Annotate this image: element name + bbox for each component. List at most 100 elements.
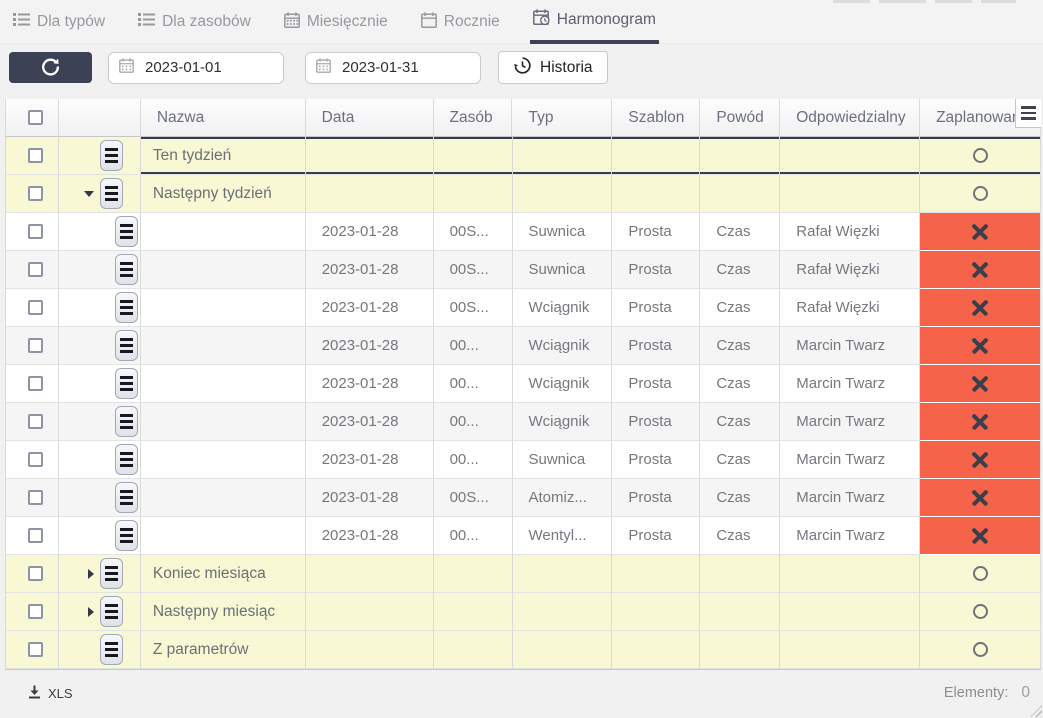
group-row[interactable]: Następny tydzień — [6, 175, 1041, 213]
header-typ[interactable]: Typ — [512, 99, 612, 137]
not-planned-circle-icon — [973, 148, 988, 163]
cell-zasob: 00S... — [434, 289, 513, 327]
group-row[interactable]: Następny miesiąc — [6, 593, 1041, 631]
cell-odpowiedzialny: Rafał Więzki — [780, 289, 920, 327]
refresh-button[interactable] — [9, 52, 92, 83]
row-checkbox[interactable] — [28, 528, 43, 543]
row-menu-button[interactable] — [115, 330, 138, 361]
row-checkbox[interactable] — [28, 262, 43, 277]
row-menu-button[interactable] — [100, 596, 123, 627]
tab-dla-zasobow[interactable]: Dla zasobów — [135, 0, 254, 44]
stub-button[interactable] — [981, 0, 1016, 3]
hamburger-icon — [120, 528, 133, 532]
stub-button[interactable] — [879, 0, 926, 3]
row-checkbox[interactable] — [28, 490, 43, 505]
row-tree-cell — [59, 479, 141, 517]
row-menu-button[interactable] — [115, 482, 138, 513]
stub-button[interactable] — [935, 0, 972, 3]
row-menu-button[interactable] — [100, 634, 123, 665]
date-from-field[interactable] — [108, 52, 284, 84]
collapse-group-icon[interactable] — [84, 191, 94, 197]
export-xls-label: XLS — [48, 686, 73, 701]
row-checkbox[interactable] — [28, 414, 43, 429]
row-checkbox[interactable] — [28, 338, 43, 353]
cell-data: 2023-01-28 — [306, 327, 434, 365]
expand-group-icon[interactable] — [88, 569, 94, 579]
calendar-icon — [119, 58, 134, 78]
group-row[interactable]: Ten tydzień — [6, 137, 1041, 175]
row-menu-button[interactable] — [115, 444, 138, 475]
row-menu-button[interactable] — [100, 558, 123, 589]
tab-rocznie[interactable]: Rocznie — [418, 0, 503, 44]
data-row[interactable]: 2023-01-2800...WciągnikProstaCzasMarcin … — [6, 403, 1041, 441]
download-icon — [28, 685, 41, 702]
date-to-field[interactable] — [305, 52, 481, 84]
data-row[interactable]: 2023-01-2800...WciągnikProstaCzasMarcin … — [6, 327, 1041, 365]
tab-bar: Dla typów Dla zasobów Miesięcznie Roczni… — [0, 0, 1043, 44]
row-checkbox[interactable] — [28, 186, 43, 201]
row-tree-cell — [59, 517, 141, 555]
row-checkbox[interactable] — [28, 376, 43, 391]
cancelled-x-icon — [970, 526, 990, 546]
data-row[interactable]: 2023-01-2800S...SuwnicaProstaCzasRafał W… — [6, 213, 1041, 251]
expand-group-icon[interactable] — [88, 607, 94, 617]
calendar-year-icon — [421, 12, 437, 33]
cell-data: 2023-01-28 — [306, 441, 434, 479]
data-row[interactable]: 2023-01-2800...SuwnicaProstaCzasMarcin T… — [6, 441, 1041, 479]
not-planned-circle-icon — [973, 642, 988, 657]
data-row[interactable]: 2023-01-2800...WciągnikProstaCzasMarcin … — [6, 365, 1041, 403]
date-to-input[interactable] — [342, 59, 470, 76]
tab-harmonogram[interactable]: Harmonogram — [530, 0, 659, 44]
row-menu-button[interactable] — [115, 292, 138, 323]
cell-typ: Suwnica — [513, 213, 613, 251]
group-row[interactable]: Z parametrów — [6, 631, 1041, 669]
row-menu-button[interactable] — [100, 140, 123, 171]
cell-nazwa — [141, 479, 306, 517]
export-xls-button[interactable]: XLS — [28, 685, 73, 702]
header-szablon[interactable]: Szablon — [612, 99, 700, 137]
data-row[interactable]: 2023-01-2800S...SuwnicaProstaCzasRafał W… — [6, 251, 1041, 289]
cell-odpowiedzialny: Marcin Twarz — [780, 479, 920, 517]
row-select-cell — [6, 479, 59, 517]
not-planned-circle-icon — [973, 566, 988, 581]
row-checkbox[interactable] — [28, 300, 43, 315]
row-checkbox[interactable] — [28, 452, 43, 467]
header-odpowiedzialny[interactable]: Odpowiedzialny — [780, 99, 920, 137]
row-checkbox[interactable] — [28, 604, 43, 619]
tab-dla-typow[interactable]: Dla typów — [10, 0, 108, 44]
hamburger-icon — [120, 426, 133, 430]
data-row[interactable]: 2023-01-2800...Wentyl...ProstaCzasMarcin… — [6, 517, 1041, 555]
hamburger-icon — [120, 274, 133, 278]
header-powod[interactable]: Powód — [700, 99, 780, 137]
row-checkbox[interactable] — [28, 148, 43, 163]
history-button[interactable]: Historia — [498, 51, 608, 84]
tab-miesiecznie[interactable]: Miesięcznie — [281, 0, 391, 44]
data-row[interactable]: 2023-01-2800S...WciągnikProstaCzasRafał … — [6, 289, 1041, 327]
resize-grip[interactable] — [1030, 705, 1042, 717]
cell-nazwa — [141, 365, 306, 403]
header-data[interactable]: Data — [306, 99, 434, 137]
history-label: Historia — [540, 59, 593, 77]
stub-button[interactable] — [833, 0, 870, 3]
row-checkbox[interactable] — [28, 224, 43, 239]
column-menu-button[interactable] — [1015, 99, 1041, 128]
cell-zaplanowane — [920, 593, 1041, 631]
select-all-checkbox[interactable] — [28, 110, 43, 125]
row-menu-button[interactable] — [115, 520, 138, 551]
cell-powod: Czas — [700, 289, 780, 327]
group-row[interactable]: Koniec miesiąca — [6, 555, 1041, 593]
row-checkbox[interactable] — [28, 642, 43, 657]
header-zasob[interactable]: Zasób — [434, 99, 513, 137]
row-menu-button[interactable] — [115, 254, 138, 285]
header-nazwa[interactable]: Nazwa — [141, 99, 306, 137]
data-row[interactable]: 2023-01-2800S...Atomiz...ProstaCzasMarci… — [6, 479, 1041, 517]
row-checkbox[interactable] — [28, 566, 43, 581]
row-menu-button[interactable] — [115, 216, 138, 247]
hamburger-icon — [120, 262, 133, 266]
cancelled-x-icon — [970, 260, 990, 280]
row-menu-button[interactable] — [115, 368, 138, 399]
row-menu-button[interactable] — [115, 406, 138, 437]
hamburger-icon — [120, 414, 133, 418]
date-from-input[interactable] — [145, 59, 273, 76]
row-menu-button[interactable] — [100, 178, 123, 209]
